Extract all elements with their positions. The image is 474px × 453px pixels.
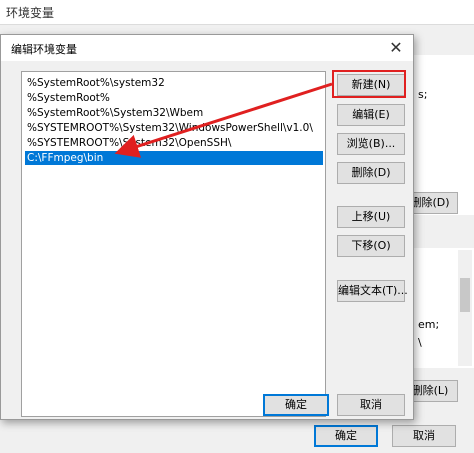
move-up-button[interactable]: 上移(U) (337, 206, 405, 228)
cancel-button[interactable]: 取消 (337, 394, 405, 416)
background-list-text: s; (418, 88, 428, 101)
edit-env-variable-dialog: 编辑环境变量 ✕ %SystemRoot%\system32 %SystemRo… (0, 34, 414, 420)
list-item[interactable]: %SystemRoot%\system32 (25, 76, 323, 90)
background-list-text-3: \ (418, 336, 422, 349)
edit-text-button[interactable]: 编辑文本(T)... (337, 280, 408, 302)
move-down-button[interactable]: 下移(O) (337, 235, 405, 257)
list-item-selected[interactable]: C:\FFmpeg\bin (25, 151, 323, 165)
ok-button[interactable]: 确定 (263, 394, 329, 416)
dialog-title: 编辑环境变量 (11, 43, 77, 56)
background-cancel-button[interactable]: 取消 (392, 425, 456, 447)
list-item[interactable]: %SystemRoot%\System32\Wbem (25, 106, 323, 120)
list-item[interactable]: %SYSTEMROOT%\System32\OpenSSH\ (25, 136, 323, 150)
dialog-title-bar: 编辑环境变量 ✕ (1, 35, 413, 61)
background-title-bar: 环境变量 (0, 0, 474, 25)
delete-button[interactable]: 删除(D) (337, 162, 405, 184)
edit-button[interactable]: 编辑(E) (337, 104, 405, 126)
list-item[interactable]: %SYSTEMROOT%\System32\WindowsPowerShell\… (25, 121, 323, 135)
list-item[interactable]: %SystemRoot% (25, 91, 323, 105)
background-window-title: 环境变量 (6, 6, 55, 20)
browse-button[interactable]: 浏览(B)... (337, 133, 405, 155)
background-scrollbar-thumb[interactable] (460, 278, 470, 312)
background-ok-button[interactable]: 确定 (314, 425, 378, 447)
path-list[interactable]: %SystemRoot%\system32 %SystemRoot% %Syst… (21, 71, 326, 417)
background-list-text-2: em; (418, 318, 440, 331)
close-icon[interactable]: ✕ (387, 39, 405, 57)
background-list-panel-top (412, 55, 474, 215)
new-button[interactable]: 新建(N) (337, 74, 405, 96)
